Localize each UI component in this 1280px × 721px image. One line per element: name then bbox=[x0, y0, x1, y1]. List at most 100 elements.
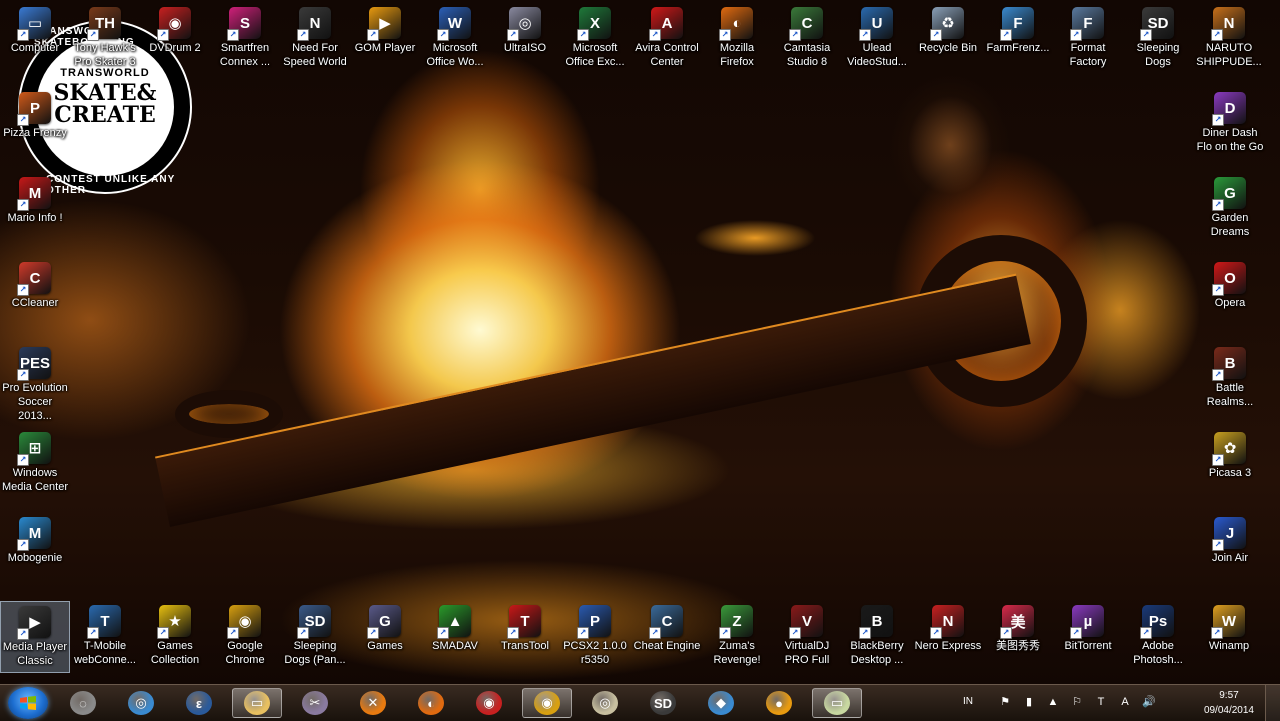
desktop-icon-mobogenie[interactable]: M ↗ Mobogenie bbox=[0, 513, 70, 585]
start-button[interactable] bbox=[8, 687, 48, 719]
desktop-icon-pcsx2-1-0-0-r5350[interactable]: P ↗ PCSX2 1.0.0 r5350 bbox=[560, 601, 630, 673]
desktop-icon-label: Nero Express bbox=[914, 640, 982, 652]
desktop-icon-label: Join Air bbox=[1211, 552, 1249, 564]
volume-icon[interactable]: 🔊 bbox=[1142, 695, 1156, 709]
taskbar-explorer[interactable]: ▭ bbox=[232, 688, 282, 718]
desktop-icon-mario-info[interactable]: M ↗ Mario Info ! bbox=[0, 173, 70, 245]
desktop-icon-virtualdj-pro-full[interactable]: V ↗ VirtualDJ PRO Full bbox=[772, 601, 842, 673]
taskbar-firefox[interactable]: ◐ bbox=[406, 688, 456, 718]
desktop-icon-nero-express[interactable]: N ↗ Nero Express bbox=[913, 601, 983, 673]
pizza-frenzy-icon: P ↗ bbox=[17, 92, 51, 126]
desktop-icon-bittorrent[interactable]: µ ↗ BitTorrent bbox=[1053, 601, 1123, 673]
desktop-icon-ultraiso[interactable]: ◎ ↗ UltraISO bbox=[490, 3, 560, 75]
desktop-icon-smadav[interactable]: ▲ ↗ SMADAV bbox=[420, 601, 490, 673]
desktop-icon-sleeping-dogs[interactable]: SD ↗ Sleeping Dogs bbox=[1123, 3, 1193, 75]
desktop-icon-pizza-frenzy[interactable]: P ↗ Pizza Frenzy bbox=[0, 88, 70, 160]
desktop-icon-t-mobile-webconne[interactable]: T ↗ T-Mobile webConne... bbox=[70, 601, 140, 673]
action-center-icon[interactable]: ⚐ bbox=[1070, 695, 1084, 709]
taskbar-app-1[interactable]: ◌ bbox=[58, 688, 108, 718]
shortcut-arrow-icon: ↗ bbox=[859, 29, 871, 41]
desktop-icon-windows-media-center[interactable]: ⊞ ↗ Windows Media Center bbox=[0, 428, 70, 500]
desktop-icon-ulead-videostud[interactable]: U ↗ Ulead VideoStud... bbox=[842, 3, 912, 75]
desktop-icon-item[interactable]: 美 ↗ 美图秀秀 bbox=[983, 601, 1053, 673]
desktop-icon-garden-dreams[interactable]: G ↗ Garden Dreams bbox=[1195, 173, 1265, 245]
taskbar-app-1-icon: ◌ bbox=[70, 691, 96, 715]
taskbar-app-8[interactable]: ◉ bbox=[464, 688, 514, 718]
desktop-icon-need-for-speed-world[interactable]: N ↗ Need For Speed World bbox=[280, 3, 350, 75]
desktop-icon-label: Media Player Classic bbox=[2, 641, 68, 667]
bittorrent-icon: µ ↗ bbox=[1070, 605, 1104, 639]
shortcut-arrow-icon: ↗ bbox=[1000, 29, 1012, 41]
taskbar-app-14[interactable]: ▭ bbox=[812, 688, 862, 718]
clock[interactable]: 9:57 09/04/2014 bbox=[1204, 688, 1254, 718]
taskbar-app-6[interactable]: ✕ bbox=[348, 688, 398, 718]
taskbar-app-12[interactable]: ◆ bbox=[696, 688, 746, 718]
taskbar-chrome[interactable]: ◉ bbox=[522, 688, 572, 718]
desktop-icon-label: Diner Dash Flo on the Go bbox=[1196, 127, 1264, 153]
desktop-icon-dvdrum-2[interactable]: ◉ ↗ DVDrum 2 bbox=[140, 3, 210, 75]
icon-glyph: T bbox=[520, 612, 530, 630]
desktop-icon-gom-player[interactable]: ▶ ↗ GOM Player bbox=[350, 3, 420, 75]
signal-icon[interactable]: ▲ bbox=[1046, 695, 1060, 709]
desktop-icon-battle-realms[interactable]: B ↗ Battle Realms... bbox=[1195, 343, 1265, 415]
icon-glyph: M bbox=[28, 524, 42, 542]
tray-app-t-icon[interactable]: T bbox=[1094, 695, 1108, 709]
desktop-icon-media-player-classic[interactable]: ▶ ↗ Media Player Classic bbox=[0, 601, 70, 673]
desktop-icon-tony-hawk-s-pro-skater-3[interactable]: TH ↗ Tony Hawk's Pro Skater 3 bbox=[70, 3, 140, 75]
naruto-shippude-icon: N ↗ bbox=[1211, 7, 1245, 41]
desktop-icon-ccleaner[interactable]: C ↗ CCleaner bbox=[0, 258, 70, 330]
taskbar-sleeping-dogs[interactable]: SD bbox=[638, 688, 688, 718]
desktop-wallpaper bbox=[0, 0, 1280, 684]
flag-icon[interactable]: ⚑ bbox=[998, 695, 1012, 709]
desktop-icon-naruto-shippude[interactable]: N ↗ NARUTO SHIPPUDE... bbox=[1194, 3, 1264, 75]
taskbar-app-5[interactable]: ✂ bbox=[290, 688, 340, 718]
tray-app-a-icon[interactable]: A bbox=[1118, 695, 1132, 709]
desktop-icon-blackberry-desktop[interactable]: B ↗ BlackBerry Desktop ... bbox=[842, 601, 912, 673]
icon-glyph: G bbox=[1224, 184, 1236, 202]
desktop-icon-format-factory[interactable]: F ↗ Format Factory bbox=[1053, 3, 1123, 75]
battery-icon[interactable]: ▮ bbox=[1022, 695, 1036, 709]
desktop-icon-avira-control-center[interactable]: A ↗ Avira Control Center bbox=[632, 3, 702, 75]
desktop-icon-label: Windows Media Center bbox=[1, 467, 69, 493]
desktop-icon-cheat-engine[interactable]: C ↗ Cheat Engine bbox=[632, 601, 702, 673]
shortcut-arrow-icon: ↗ bbox=[87, 627, 99, 639]
taskbar-app-10-icon: ◎ bbox=[592, 691, 618, 715]
desktop-icon-adobe-photosh[interactable]: Ps ↗ Adobe Photosh... bbox=[1123, 601, 1193, 673]
taskbar-firefox-icon: ◐ bbox=[418, 691, 444, 715]
taskbar-app-3[interactable]: ε bbox=[174, 688, 224, 718]
desktop-icon-smartfren-connex[interactable]: S ↗ Smartfren Connex ... bbox=[210, 3, 280, 75]
taskbar-app-10[interactable]: ◎ bbox=[580, 688, 630, 718]
show-desktop-button[interactable] bbox=[1265, 685, 1280, 721]
shortcut-arrow-icon: ↗ bbox=[17, 539, 29, 551]
taskbar-app-13[interactable]: ● bbox=[754, 688, 804, 718]
desktop-icon-diner-dash-flo-on-the-go[interactable]: D ↗ Diner Dash Flo on the Go bbox=[1195, 88, 1265, 160]
desktop-icon-farmfrenz[interactable]: F ↗ FarmFrenz... bbox=[983, 3, 1053, 75]
language-indicator[interactable]: IN bbox=[958, 695, 978, 709]
blackberry-desktop-icon: B ↗ bbox=[859, 605, 893, 639]
desktop-icon-label: Computer bbox=[10, 42, 60, 54]
desktop-icon-recycle-bin[interactable]: ♻ ↗ Recycle Bin bbox=[913, 3, 983, 75]
taskbar-app-2[interactable]: ◎ bbox=[116, 688, 166, 718]
desktop-icon-winamp[interactable]: W ↗ Winamp bbox=[1194, 601, 1264, 673]
desktop-icon-microsoft-office-wo[interactable]: W ↗ Microsoft Office Wo... bbox=[420, 3, 490, 75]
desktop-icon-join-air[interactable]: J ↗ Join Air bbox=[1195, 513, 1265, 585]
desktop-icon-google-chrome[interactable]: ◉ ↗ Google Chrome bbox=[210, 601, 280, 673]
desktop-icon-transtool[interactable]: T ↗ TransTool bbox=[490, 601, 560, 673]
desktop-icon-opera[interactable]: O ↗ Opera bbox=[1195, 258, 1265, 330]
desktop-icon-games[interactable]: G ↗ Games bbox=[350, 601, 420, 673]
desktop-icon-computer[interactable]: ▭ ↗ Computer bbox=[0, 3, 70, 75]
desktop-icon-pro-evolution-soccer-2013[interactable]: PES ↗ Pro Evolution Soccer 2013... bbox=[0, 343, 70, 422]
desktop-icon-picasa-3[interactable]: ✿ ↗ Picasa 3 bbox=[1195, 428, 1265, 500]
desktop-icon-label: Garden Dreams bbox=[1210, 212, 1250, 238]
icon-glyph: B bbox=[1224, 354, 1236, 372]
desktop-icon-zuma-s-revenge[interactable]: Z ↗ Zuma's Revenge! bbox=[702, 601, 772, 673]
desktop-icon-microsoft-office-exc[interactable]: X ↗ Microsoft Office Exc... bbox=[560, 3, 630, 75]
desktop-icon-camtasia-studio-8[interactable]: C ↗ Camtasia Studio 8 bbox=[772, 3, 842, 75]
need-for-speed-world-icon: N ↗ bbox=[297, 7, 331, 41]
recycle-bin-icon: ♻ ↗ bbox=[930, 7, 964, 41]
t-mobile-webconne-icon: T ↗ bbox=[87, 605, 121, 639]
desktop-icon-label: BlackBerry Desktop ... bbox=[850, 640, 904, 666]
desktop-icon-mozilla-firefox[interactable]: ◐ ↗ Mozilla Firefox bbox=[702, 3, 772, 75]
desktop-icon-sleeping-dogs-pan[interactable]: SD ↗ Sleeping Dogs (Pan... bbox=[280, 601, 350, 673]
desktop-icon-games-collection[interactable]: ★ ↗ Games Collection bbox=[140, 601, 210, 673]
